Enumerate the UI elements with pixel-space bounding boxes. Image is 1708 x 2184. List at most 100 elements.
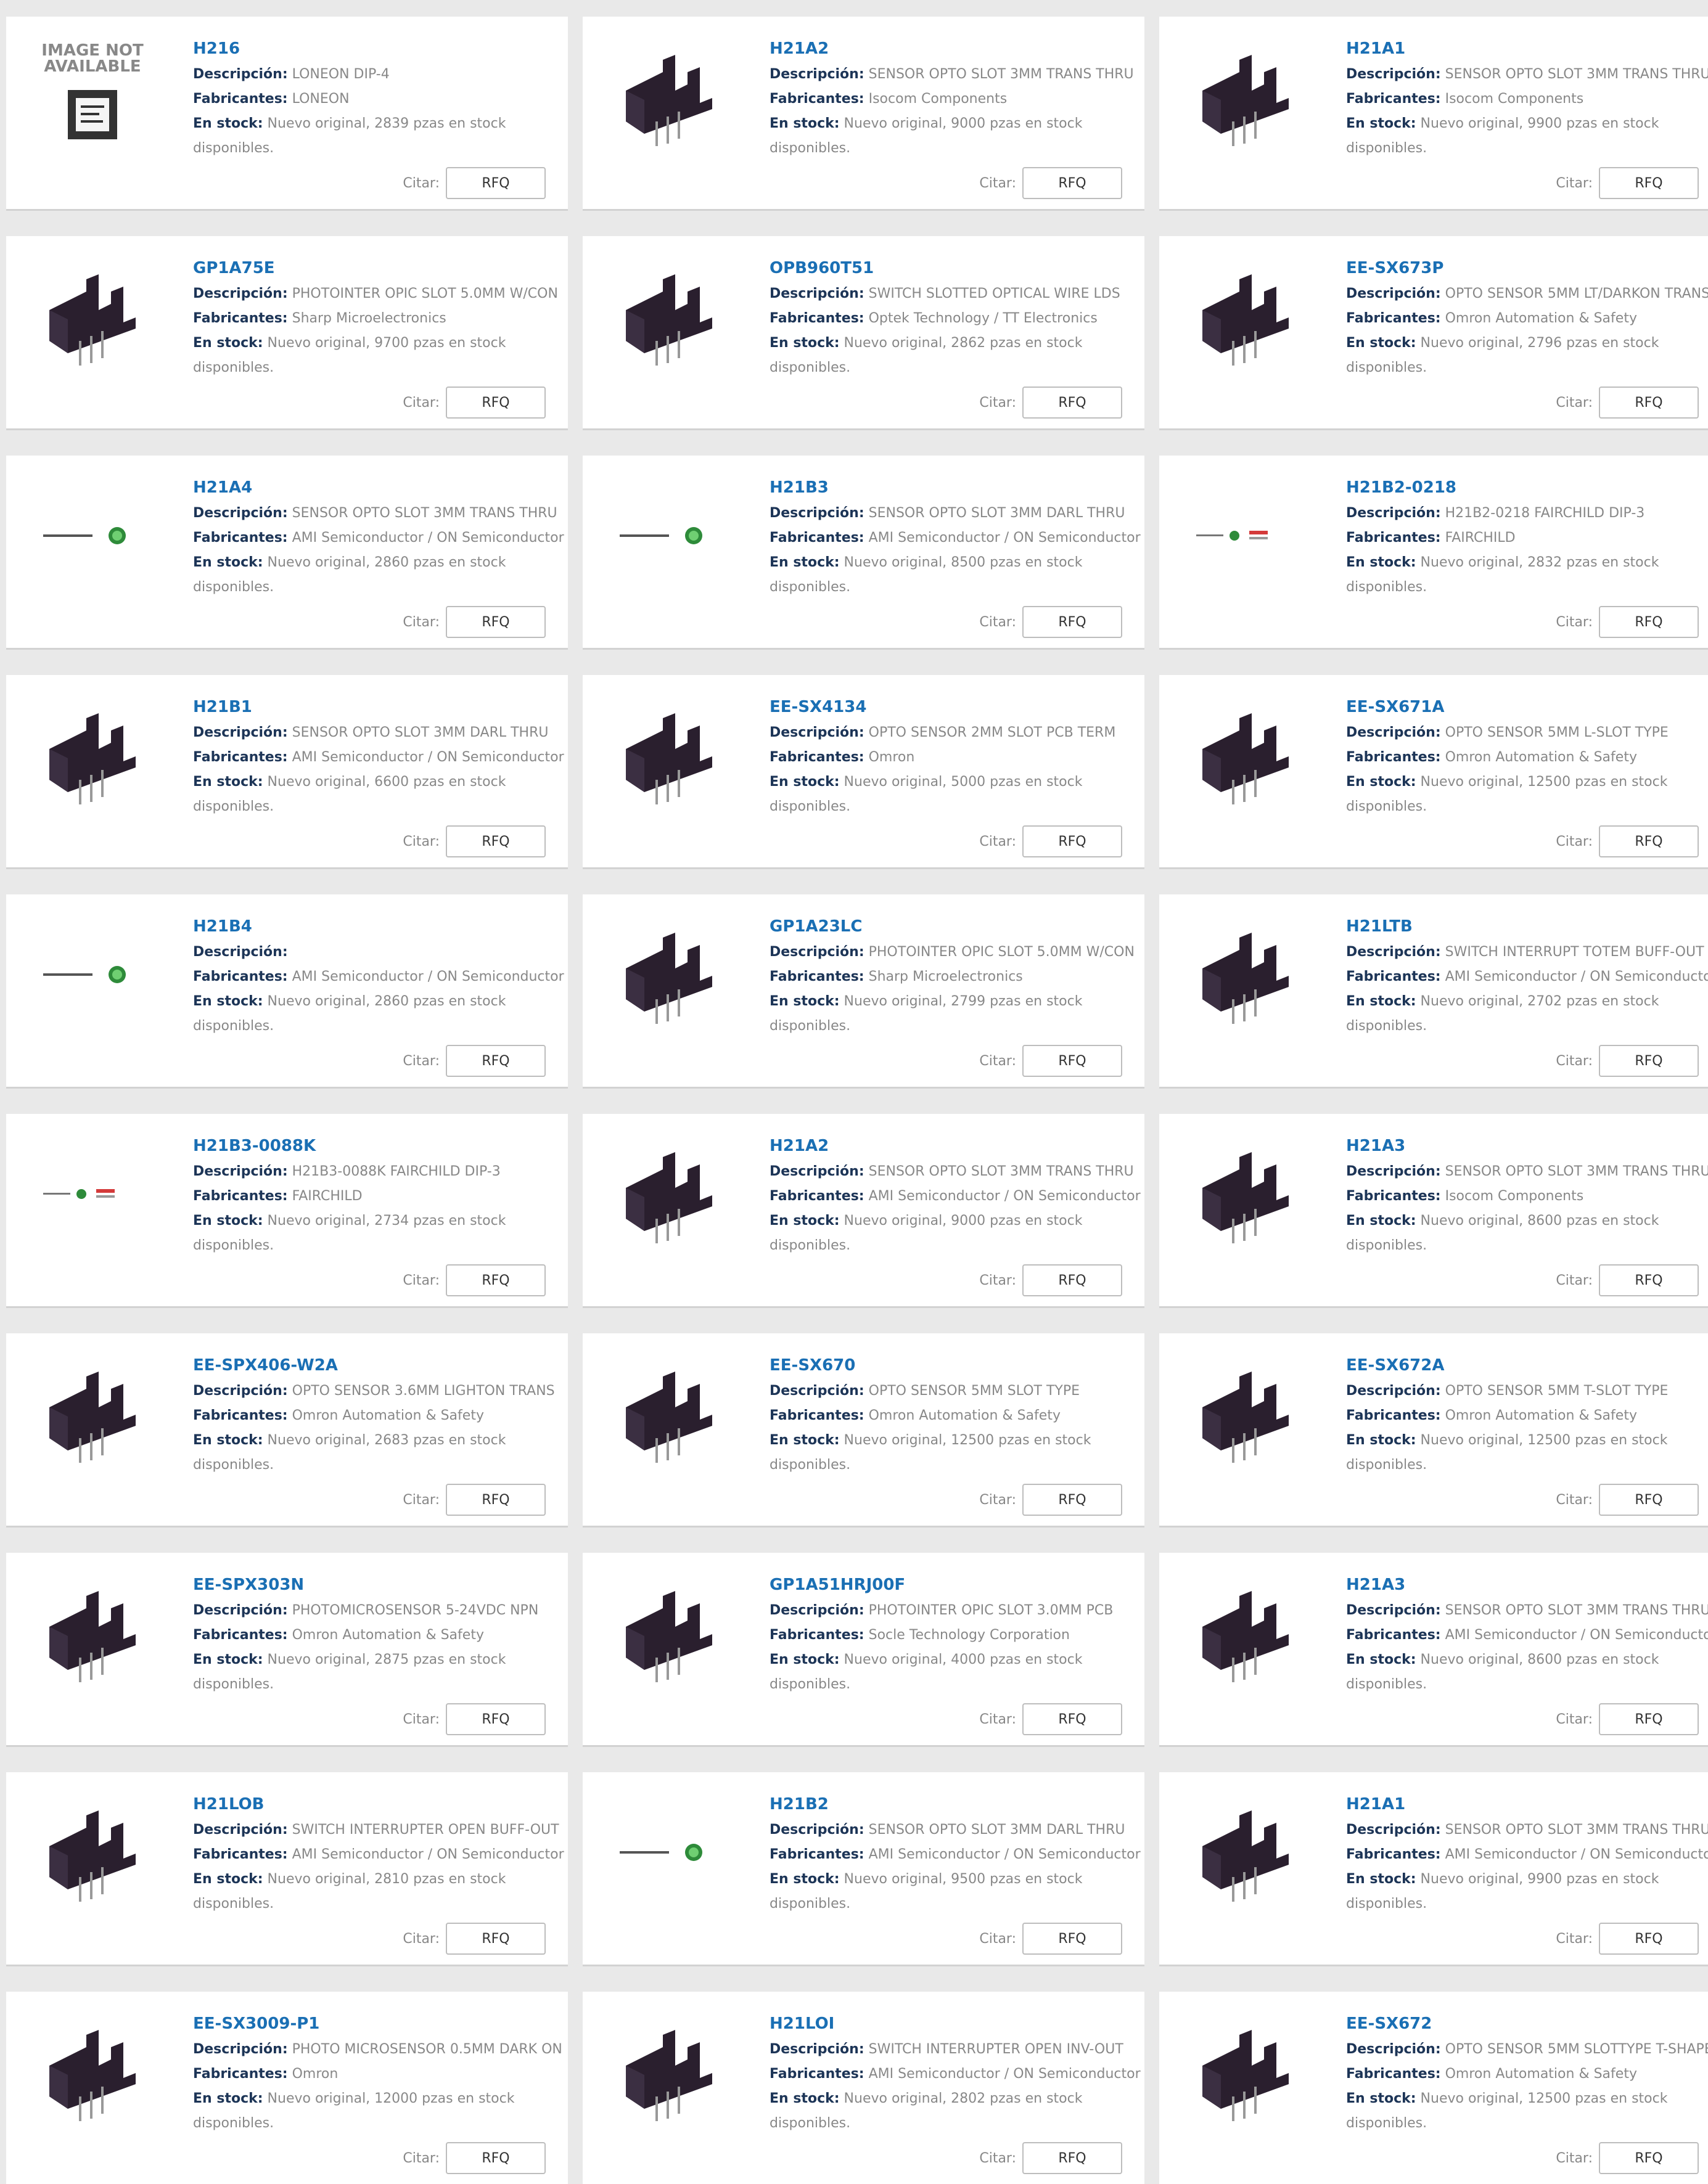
part-number-link[interactable]: EE-SX671A	[1346, 696, 1708, 718]
fairchild-logo-icon[interactable]	[1172, 480, 1320, 591]
rfq-button[interactable]: RFQ	[1022, 1703, 1122, 1735]
rfq-button[interactable]: RFQ	[1022, 167, 1122, 199]
rfq-button[interactable]: RFQ	[1022, 1923, 1122, 1955]
part-number-link[interactable]: H21B2-0218	[1346, 476, 1708, 499]
sensor-photo-icon[interactable]	[1172, 1577, 1320, 1688]
part-number-link[interactable]: EE-SX4134	[770, 696, 1139, 718]
part-number-link[interactable]: EE-SX672A	[1346, 1354, 1708, 1376]
part-number-link[interactable]: H21B1	[193, 696, 563, 718]
rfq-button[interactable]: RFQ	[1022, 2142, 1122, 2174]
manufacturer-logo-icon[interactable]	[18, 919, 166, 1030]
availability-text: disponibles.	[193, 141, 274, 156]
rfq-button[interactable]: RFQ	[446, 825, 546, 857]
part-number-link[interactable]: EE-SPX303N	[193, 1574, 563, 1596]
part-number-link[interactable]: EE-SX670	[770, 1354, 1139, 1376]
part-number-link[interactable]: H21LOB	[193, 1793, 563, 1815]
sensor-photo-icon[interactable]	[18, 700, 166, 811]
rfq-button[interactable]: RFQ	[446, 167, 546, 199]
rfq-button[interactable]: RFQ	[1022, 1484, 1122, 1516]
rfq-button[interactable]: RFQ	[1599, 1484, 1699, 1516]
sensor-photo-icon[interactable]	[18, 1358, 166, 1469]
sensor-photo-icon[interactable]	[1172, 919, 1320, 1030]
sensor-photo-icon[interactable]	[1172, 1139, 1320, 1249]
sensor-photo-icon[interactable]	[18, 1577, 166, 1688]
rfq-button[interactable]: RFQ	[1022, 1264, 1122, 1296]
product-info: H21A3 Descripción: SENSOR OPTO SLOT 3MM T…	[1346, 1135, 1708, 1258]
rfq-button[interactable]: RFQ	[446, 1703, 546, 1735]
part-number-link[interactable]: H21A3	[1346, 1574, 1708, 1596]
rfq-button[interactable]: RFQ	[1022, 1045, 1122, 1077]
part-number-link[interactable]: H21LTB	[1346, 915, 1708, 938]
part-number-link[interactable]: H216	[193, 38, 563, 60]
sensor-photo-icon[interactable]	[1172, 1358, 1320, 1469]
rfq-button[interactable]: RFQ	[1022, 606, 1122, 638]
manufacturer-logo-icon[interactable]	[18, 480, 166, 591]
part-number-link[interactable]: EE-SX672	[1346, 2013, 1708, 2035]
rfq-button[interactable]: RFQ	[446, 1923, 546, 1955]
sensor-photo-icon[interactable]	[1172, 2016, 1320, 2127]
product-card: OPB960T51 Descripción: SWITCH SLOTTED OPT…	[583, 236, 1144, 428]
sensor-photo-icon[interactable]	[18, 2016, 166, 2127]
part-number-link[interactable]: EE-SX3009-P1	[193, 2013, 563, 2035]
product-info: GP1A23LC Descripción: PHOTOINTER OPIC SLO…	[770, 915, 1139, 1039]
rfq-button[interactable]: RFQ	[1022, 825, 1122, 857]
sensor-photo-icon[interactable]	[595, 1139, 743, 1249]
part-number-link[interactable]: OPB960T51	[770, 257, 1139, 279]
part-number-link[interactable]: EE-SPX406-W2A	[193, 1354, 563, 1376]
quote-area: Citar: RFQ	[403, 1264, 546, 1296]
sensor-photo-icon[interactable]	[595, 41, 743, 152]
part-number-link[interactable]: H21A1	[1346, 38, 1708, 60]
rfq-button[interactable]: RFQ	[1599, 1703, 1699, 1735]
rfq-button[interactable]: RFQ	[1022, 386, 1122, 419]
product-info: EE-SX4134 Descripción: OPTO SENSOR 2MM SL…	[770, 696, 1139, 819]
part-number-link[interactable]: H21B2	[770, 1793, 1139, 1815]
rfq-button[interactable]: RFQ	[1599, 1264, 1699, 1296]
rfq-button[interactable]: RFQ	[1599, 386, 1699, 419]
sensor-photo-icon[interactable]	[595, 1577, 743, 1688]
description-label: Descripción:	[193, 725, 288, 740]
rfq-button[interactable]: RFQ	[1599, 825, 1699, 857]
product-card: H21B1 Descripción: SENSOR OPTO SLOT 3MM D…	[6, 675, 568, 867]
sensor-photo-icon[interactable]	[18, 261, 166, 372]
part-number-link[interactable]: H21A3	[1346, 1135, 1708, 1157]
part-number-link[interactable]: H21B3-0088K	[193, 1135, 563, 1157]
part-number-link[interactable]: GP1A51HRJ00F	[770, 1574, 1139, 1596]
fairchild-logo-icon[interactable]	[18, 1139, 166, 1249]
part-number-link[interactable]: H21A2	[770, 38, 1139, 60]
sensor-photo-icon[interactable]	[1172, 1797, 1320, 1908]
availability-text: disponibles.	[770, 1677, 851, 1692]
sensor-photo-icon[interactable]	[595, 2016, 743, 2127]
rfq-button[interactable]: RFQ	[446, 386, 546, 419]
rfq-button[interactable]: RFQ	[446, 1264, 546, 1296]
part-number-link[interactable]: H21A4	[193, 476, 563, 499]
rfq-button[interactable]: RFQ	[1599, 606, 1699, 638]
part-number-link[interactable]: H21A1	[1346, 1793, 1708, 1815]
part-number-link[interactable]: H21A2	[770, 1135, 1139, 1157]
part-number-link[interactable]: H21LOI	[770, 2013, 1139, 2035]
sensor-photo-icon[interactable]	[595, 1358, 743, 1469]
sensor-photo-icon[interactable]	[1172, 41, 1320, 152]
sensor-photo-icon[interactable]	[1172, 700, 1320, 811]
sensor-photo-icon[interactable]	[595, 261, 743, 372]
part-number-link[interactable]: GP1A23LC	[770, 915, 1139, 938]
sensor-photo-icon[interactable]	[18, 1797, 166, 1908]
rfq-button[interactable]: RFQ	[446, 1045, 546, 1077]
manufacturer-logo-icon[interactable]	[595, 480, 743, 591]
availability-text: disponibles.	[1346, 1677, 1427, 1692]
rfq-button[interactable]: RFQ	[446, 606, 546, 638]
part-number-link[interactable]: GP1A75E	[193, 257, 563, 279]
manufacturer-logo-icon[interactable]	[595, 1797, 743, 1908]
sensor-photo-icon[interactable]	[1172, 261, 1320, 372]
sensor-photo-icon[interactable]	[595, 919, 743, 1030]
rfq-button[interactable]: RFQ	[1599, 167, 1699, 199]
sensor-photo-icon[interactable]	[595, 700, 743, 811]
part-number-link[interactable]: EE-SX673P	[1346, 257, 1708, 279]
rfq-button[interactable]: RFQ	[446, 1484, 546, 1516]
part-number-link[interactable]: H21B3	[770, 476, 1139, 499]
rfq-button[interactable]: RFQ	[446, 2142, 546, 2174]
rfq-button[interactable]: RFQ	[1599, 2142, 1699, 2174]
image-not-available-icon[interactable]: IMAGE NOT AVAILABLE	[18, 41, 166, 152]
part-number-link[interactable]: H21B4	[193, 915, 563, 938]
rfq-button[interactable]: RFQ	[1599, 1923, 1699, 1955]
rfq-button[interactable]: RFQ	[1599, 1045, 1699, 1077]
